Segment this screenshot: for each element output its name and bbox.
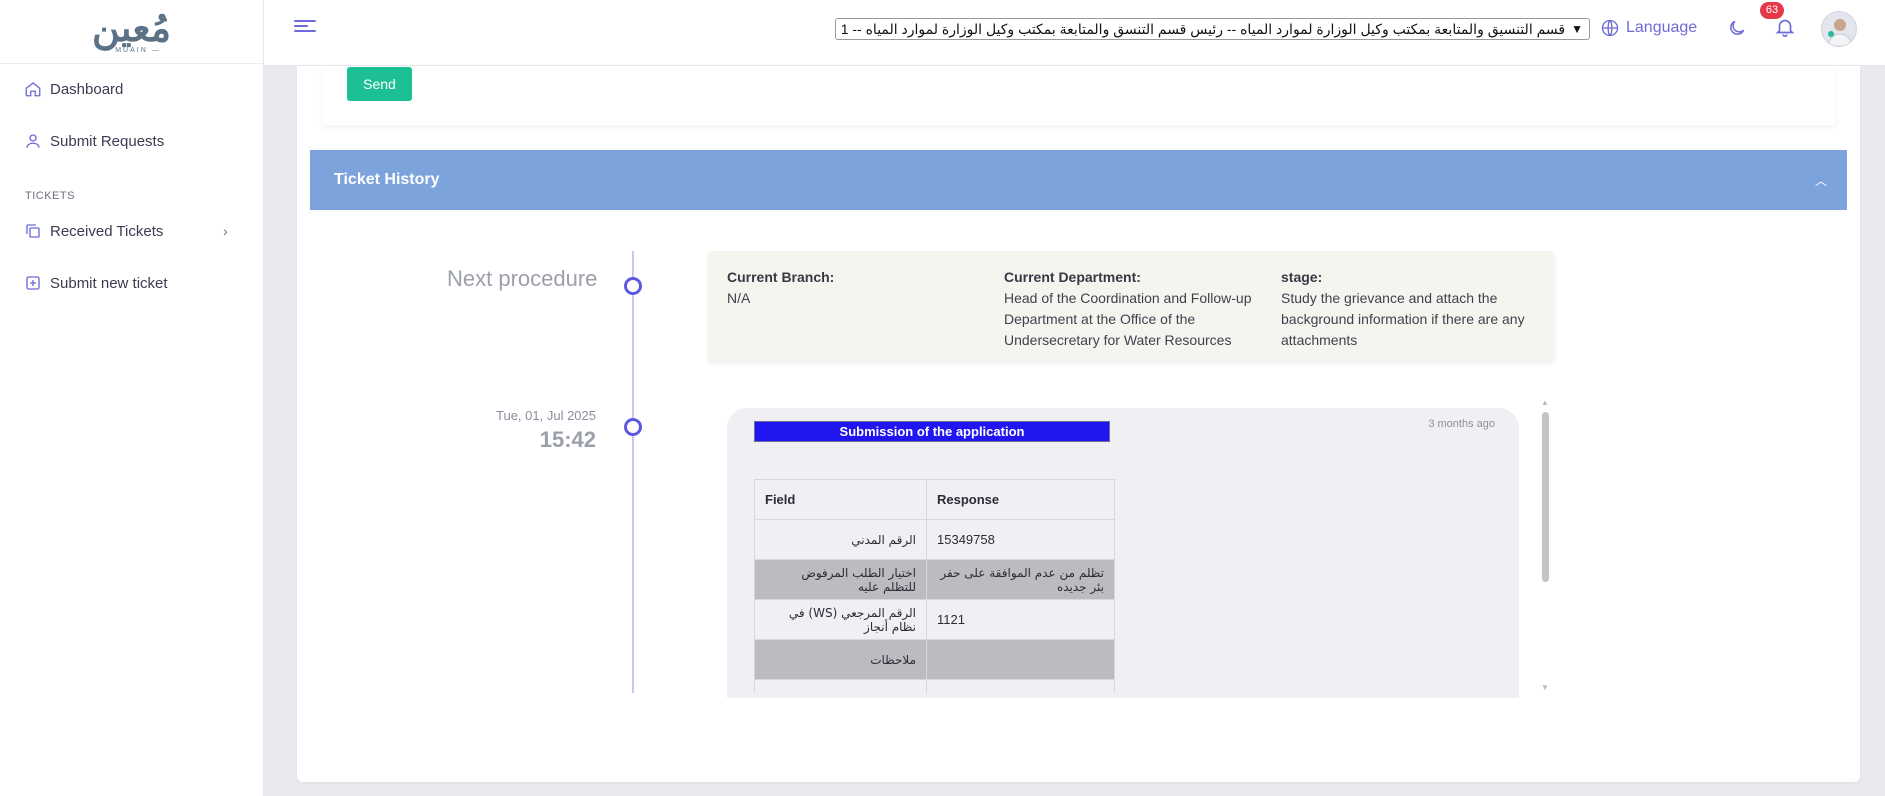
logo-subtitle: — MUAIN —: [102, 47, 161, 54]
copy-icon: [26, 224, 40, 238]
stage-value: Study the grievance and attach the backg…: [1281, 290, 1525, 348]
chevron-down-icon: ▼: [1571, 22, 1583, 36]
entry-relative-time: 3 months ago: [1428, 418, 1495, 430]
chevron-right-icon[interactable]: ›: [223, 223, 228, 239]
avatar[interactable]: [1821, 11, 1857, 47]
sidebar-item-label: Submit Requests: [50, 132, 165, 150]
logo-text: مُعين: [91, 5, 173, 50]
sidebar-item-received-tickets[interactable]: Received Tickets: [24, 222, 163, 240]
timeline-dot: [624, 418, 642, 436]
stage-label: stage:: [1281, 269, 1323, 285]
history-entry-card: [727, 408, 1519, 698]
language-label: Language: [1626, 19, 1698, 36]
current-branch: Current Branch: N/A: [727, 267, 977, 309]
sidebar-item-submit-requests[interactable]: Submit Requests: [24, 132, 164, 150]
entry-date: Tue, 01, Jul 2025: [496, 408, 596, 423]
next-procedure-box: Current Branch: N/A Current Department: …: [707, 251, 1555, 362]
dark-mode-toggle[interactable]: [1727, 18, 1747, 43]
notifications-button[interactable]: [1774, 16, 1796, 43]
plus-square-icon: [26, 276, 40, 290]
reply-panel: [323, 66, 1835, 125]
ticket-history-title: Ticket History: [334, 171, 440, 188]
topbar: قسم التنسيق والمتابعة بمكتب وكيل الوزارة…: [264, 0, 1885, 66]
bell-icon: [1775, 19, 1795, 37]
sidebar-item-submit-new-ticket[interactable]: Submit new ticket: [24, 274, 168, 292]
entry-type-badge: Submission of the application: [754, 421, 1110, 442]
sidebar-item-dashboard[interactable]: Dashboard: [24, 80, 123, 98]
moon-icon: [1730, 20, 1745, 35]
employee-select[interactable]: قسم التنسيق والمتابعة بمكتب وكيل الوزارة…: [835, 18, 1590, 40]
current-department-value: Head of the Coordination and Follow-up D…: [1004, 290, 1252, 348]
current-department: Current Department: Head of the Coordina…: [1004, 267, 1266, 351]
timeline-dot: [624, 277, 642, 295]
sidebar-section-tickets: TICKETS: [25, 190, 75, 202]
notification-badge: 63: [1760, 2, 1784, 19]
chevron-up-icon[interactable]: ︿: [1815, 172, 1827, 189]
timeline-line: [632, 251, 634, 693]
user-icon: [26, 134, 40, 148]
current-branch-value: N/A: [727, 290, 751, 306]
current-department-label: Current Department:: [1004, 269, 1141, 285]
logo-area[interactable]: مُعين — MUAIN —: [0, 0, 263, 64]
scrollbar-thumb[interactable]: [1542, 412, 1549, 582]
language-button[interactable]: Language: [1600, 18, 1697, 38]
app-logo[interactable]: مُعين — MUAIN —: [91, 5, 173, 55]
history-scrollbar[interactable]: ▲ ▼: [1540, 398, 1550, 692]
sidebar-item-label: Received Tickets: [50, 222, 164, 240]
next-procedure-label: Next procedure: [447, 266, 598, 291]
sidebar-item-label: Dashboard: [50, 80, 124, 98]
send-button[interactable]: Send: [347, 67, 412, 101]
sidebar: مُعين — MUAIN — Dashboard Submit Request…: [0, 0, 264, 796]
employee-select-value: قسم التنسيق والمتابعة بمكتب وكيل الوزارة…: [842, 20, 1566, 37]
menu-toggle-icon[interactable]: [294, 20, 316, 38]
globe-icon: [1601, 19, 1619, 37]
user-avatar-icon: [1827, 19, 1853, 46]
home-icon: [25, 82, 41, 97]
current-branch-label: Current Branch:: [727, 269, 835, 285]
entry-time: 15:42: [539, 427, 596, 452]
ticket-history-header[interactable]: Ticket History ︿: [310, 150, 1847, 210]
scroll-up-icon[interactable]: ▲: [1541, 398, 1549, 407]
stage: stage: Study the grievance and attach th…: [1281, 267, 1541, 351]
sidebar-item-label: Submit new ticket: [50, 274, 168, 292]
scroll-down-icon[interactable]: ▼: [1541, 683, 1549, 692]
